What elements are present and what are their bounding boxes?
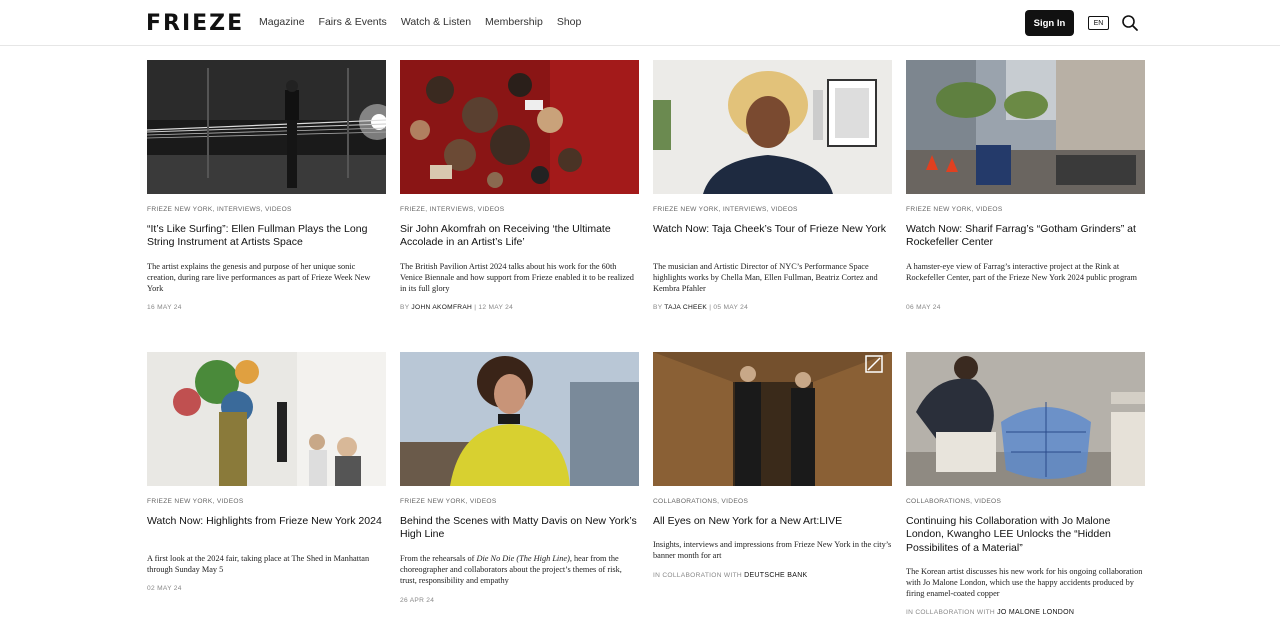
- article-meta: 16 MAY 24: [147, 304, 182, 311]
- article-thumbnail[interactable]: [147, 352, 386, 486]
- nav-watch-listen[interactable]: Watch & Listen: [401, 16, 471, 28]
- article-title[interactable]: Behind the Scenes with Matty Davis on Ne…: [400, 515, 639, 542]
- nav-magazine[interactable]: Magazine: [259, 16, 305, 28]
- article-tags[interactable]: FRIEZE NEW YORK, VIDEOS: [400, 498, 497, 505]
- article-thumbnail[interactable]: [400, 60, 639, 194]
- article-description: The artist explains the genesis and purp…: [147, 262, 371, 294]
- meta-partner[interactable]: DEUTSCHE BANK: [744, 572, 807, 579]
- meta-prefix: BY: [653, 304, 665, 311]
- meta-prefix: IN COLLABORATION WITH: [906, 609, 998, 616]
- article-tags[interactable]: FRIEZE, INTERVIEWS, VIDEOS: [400, 206, 504, 213]
- language-selector[interactable]: EN: [1088, 16, 1109, 30]
- nav-shop[interactable]: Shop: [557, 16, 582, 28]
- article-title[interactable]: All Eyes on New York for a New Art:LIVE: [653, 515, 892, 528]
- article-description: The Korean artist discusses his new work…: [906, 567, 1143, 599]
- frieze-logo[interactable]: FRIEZE: [146, 11, 244, 36]
- article-title[interactable]: Watch Now: Highlights from Frieze New Yo…: [147, 515, 386, 528]
- site-header: FRIEZE Magazine Fairs & Events Watch & L…: [0, 0, 1280, 46]
- article-thumbnail[interactable]: [906, 60, 1145, 194]
- sign-in-button[interactable]: Sign In: [1025, 10, 1074, 36]
- meta-prefix: BY: [400, 304, 412, 311]
- article-title[interactable]: Sir John Akomfrah on Receiving ‘the Ulti…: [400, 223, 639, 250]
- article-meta: IN COLLABORATION WITH DEUTSCHE BANK: [653, 572, 808, 579]
- article-title[interactable]: Watch Now: Taja Cheek’s Tour of Frieze N…: [653, 223, 892, 236]
- article-thumbnail[interactable]: [653, 60, 892, 194]
- meta-date: | 05 MAY 24: [707, 304, 749, 311]
- search-icon[interactable]: [1121, 14, 1139, 32]
- article-description: The musician and Artistic Director of NY…: [653, 262, 878, 294]
- meta-prefix: IN COLLABORATION WITH: [653, 572, 745, 579]
- article-description: The British Pavilion Artist 2024 talks a…: [400, 262, 634, 294]
- article-tags[interactable]: FRIEZE NEW YORK, INTERVIEWS, VIDEOS: [653, 206, 798, 213]
- article-meta: 06 MAY 24: [906, 304, 941, 311]
- main-nav: Magazine Fairs & Events Watch & Listen M…: [259, 16, 581, 28]
- article-tags[interactable]: COLLABORATIONS, VIDEOS: [906, 498, 1001, 505]
- article-meta: 26 APR 24: [400, 597, 434, 604]
- article-tags[interactable]: FRIEZE NEW YORK, VIDEOS: [147, 498, 244, 505]
- article-title[interactable]: Continuing his Collaboration with Jo Mal…: [906, 515, 1145, 555]
- nav-fairs-events[interactable]: Fairs & Events: [319, 16, 387, 28]
- article-tags[interactable]: FRIEZE NEW YORK, VIDEOS: [906, 206, 1003, 213]
- article-thumbnail[interactable]: [906, 352, 1145, 486]
- meta-date: 06 MAY 24: [906, 304, 941, 311]
- article-thumbnail[interactable]: [653, 352, 892, 486]
- article-description: A first look at the 2024 fair, taking pl…: [147, 554, 370, 575]
- article-tags[interactable]: FRIEZE NEW YORK, INTERVIEWS, VIDEOS: [147, 206, 292, 213]
- article-meta: 02 MAY 24: [147, 585, 182, 592]
- article-meta: BY TAJA CHEEK | 05 MAY 24: [653, 304, 748, 311]
- article-meta: IN COLLABORATION WITH JO MALONE LONDON: [906, 609, 1074, 616]
- article-description: From the rehearsals of Die No Die (The H…: [400, 553, 639, 587]
- article-title[interactable]: Watch Now: Sharif Farrag’s “Gotham Grind…: [906, 223, 1145, 250]
- article-title[interactable]: “It’s Like Surfing”: Ellen Fullman Plays…: [147, 223, 386, 250]
- nav-membership[interactable]: Membership: [485, 16, 543, 28]
- meta-date: | 12 MAY 24: [472, 304, 514, 311]
- article-description: A hamster-eye view of Farrag’s interacti…: [906, 262, 1137, 283]
- meta-partner[interactable]: JO MALONE LONDON: [997, 609, 1074, 616]
- meta-date: 26 APR 24: [400, 597, 435, 604]
- article-tags[interactable]: COLLABORATIONS, VIDEOS: [653, 498, 748, 505]
- meta-date: 02 MAY 24: [147, 585, 182, 592]
- desc-text: From the rehearsals of: [400, 554, 477, 563]
- article-description: Insights, interviews and impressions fro…: [653, 540, 892, 561]
- article-thumbnail[interactable]: [147, 60, 386, 194]
- article-meta: BY JOHN AKOMFRAH | 12 MAY 24: [400, 304, 513, 311]
- meta-date: 16 MAY 24: [147, 304, 182, 311]
- article-thumbnail[interactable]: [400, 352, 639, 486]
- desc-work-title: Die No Die (The High Line): [476, 554, 570, 563]
- meta-author[interactable]: TAJA CHEEK: [664, 304, 707, 311]
- meta-author[interactable]: JOHN AKOMFRAH: [411, 304, 472, 311]
